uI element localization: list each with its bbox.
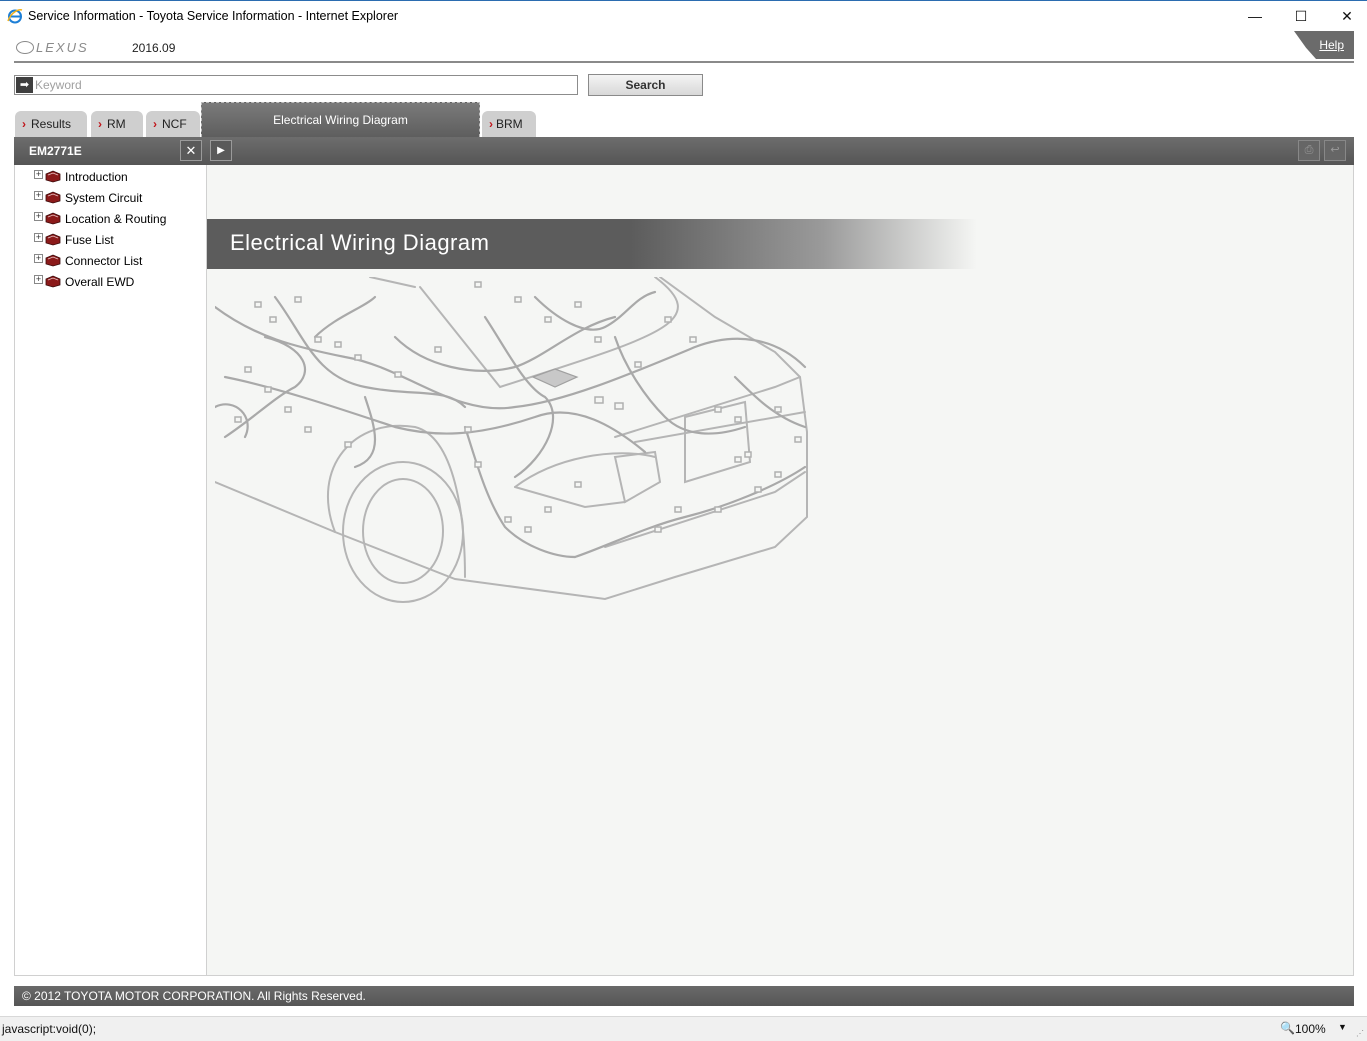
book-icon [45, 170, 61, 183]
content-toolbar: EM2771E ✕ ▶ ⎙ ↩ [14, 137, 1354, 165]
expand-icon[interactable]: + [34, 254, 43, 263]
tab-electrical-wiring-diagram[interactable]: Electrical Wiring Diagram [201, 102, 480, 137]
search-button[interactable]: Search [588, 74, 703, 96]
chevron-right-icon: › [489, 117, 493, 131]
book-icon [45, 233, 61, 246]
expand-icon[interactable]: + [34, 233, 43, 242]
tab-label: BRM [496, 117, 523, 131]
maximize-button[interactable]: ☐ [1278, 1, 1324, 31]
expand-icon[interactable]: + [34, 191, 43, 200]
expand-panel-button[interactable]: ▶ [210, 140, 232, 161]
page-title: Electrical Wiring Diagram [230, 230, 490, 255]
tree-item-label: Location & Routing [65, 212, 167, 226]
zoom-level[interactable]: 100% [1295, 1022, 1326, 1036]
app-header: LEXUS 2016.09 Help [14, 31, 1354, 63]
expand-icon[interactable]: + [34, 170, 43, 179]
tab-ncf[interactable]: › NCF [146, 111, 200, 137]
title-banner: Electrical Wiring Diagram [207, 219, 977, 269]
copyright-text: © 2012 TOYOTA MOTOR CORPORATION. All Rig… [22, 989, 366, 1003]
help-link[interactable]: Help [1319, 38, 1344, 52]
tree-item-label: Connector List [65, 254, 143, 268]
tree-item-label: System Circuit [65, 191, 143, 205]
minimize-button[interactable]: — [1232, 1, 1278, 31]
close-panel-button[interactable]: ✕ [180, 140, 202, 161]
internet-explorer-icon [7, 9, 23, 24]
tab-label: RM [107, 117, 126, 131]
version-label: 2016.09 [132, 41, 176, 55]
main-content: Electrical Wiring Diagram [207, 165, 1354, 976]
browser-status-bar: javascript:void(0); 🔍 100% ▼ ⋰ [0, 1016, 1367, 1041]
window-titlebar: Service Information - Toyota Service Inf… [0, 0, 1367, 31]
status-url: javascript:void(0); [2, 1022, 97, 1036]
book-icon [45, 275, 61, 288]
book-icon [45, 212, 61, 225]
lexus-emblem-icon [16, 41, 34, 54]
expand-icon[interactable]: + [34, 212, 43, 221]
book-icon [45, 254, 61, 267]
tab-label: Results [31, 117, 72, 131]
chevron-down-icon[interactable]: ▼ [1338, 1022, 1347, 1032]
document-id: EM2771E [29, 144, 82, 158]
tab-rm[interactable]: › RM [91, 111, 143, 137]
arrow-right-icon: ➡ [16, 77, 33, 93]
tab-brm[interactable]: › BRM [482, 111, 536, 137]
footer-bar: © 2012 TOYOTA MOTOR CORPORATION. All Rig… [14, 986, 1354, 1006]
tree-item-label: Fuse List [65, 233, 114, 247]
lexus-logo: LEXUS [16, 40, 89, 55]
car-wiring-illustration [215, 277, 808, 603]
print-button[interactable]: ⎙ [1298, 140, 1320, 161]
book-icon [45, 191, 61, 204]
resize-grip-icon[interactable]: ⋰ [1356, 1029, 1364, 1038]
tab-results[interactable]: › Results [15, 111, 87, 137]
close-window-button[interactable]: ✕ [1324, 1, 1367, 31]
expand-icon[interactable]: + [34, 275, 43, 284]
chevron-right-icon: › [22, 117, 26, 131]
chevron-right-icon: › [98, 117, 102, 131]
tree-item-label: Overall EWD [65, 275, 135, 289]
logo-text: LEXUS [36, 40, 89, 55]
back-button[interactable]: ↩ [1324, 140, 1346, 161]
search-box: ➡ [14, 75, 578, 95]
window-title: Service Information - Toyota Service Inf… [28, 9, 399, 23]
chevron-right-icon: › [153, 117, 157, 131]
tab-label: NCF [162, 117, 187, 131]
zoom-icon[interactable]: 🔍 [1280, 1021, 1295, 1035]
sidebar-tree: + Introduction + System Circuit + Locati… [14, 165, 207, 976]
search-input[interactable] [35, 77, 575, 93]
tree-item-label: Introduction [65, 170, 128, 184]
